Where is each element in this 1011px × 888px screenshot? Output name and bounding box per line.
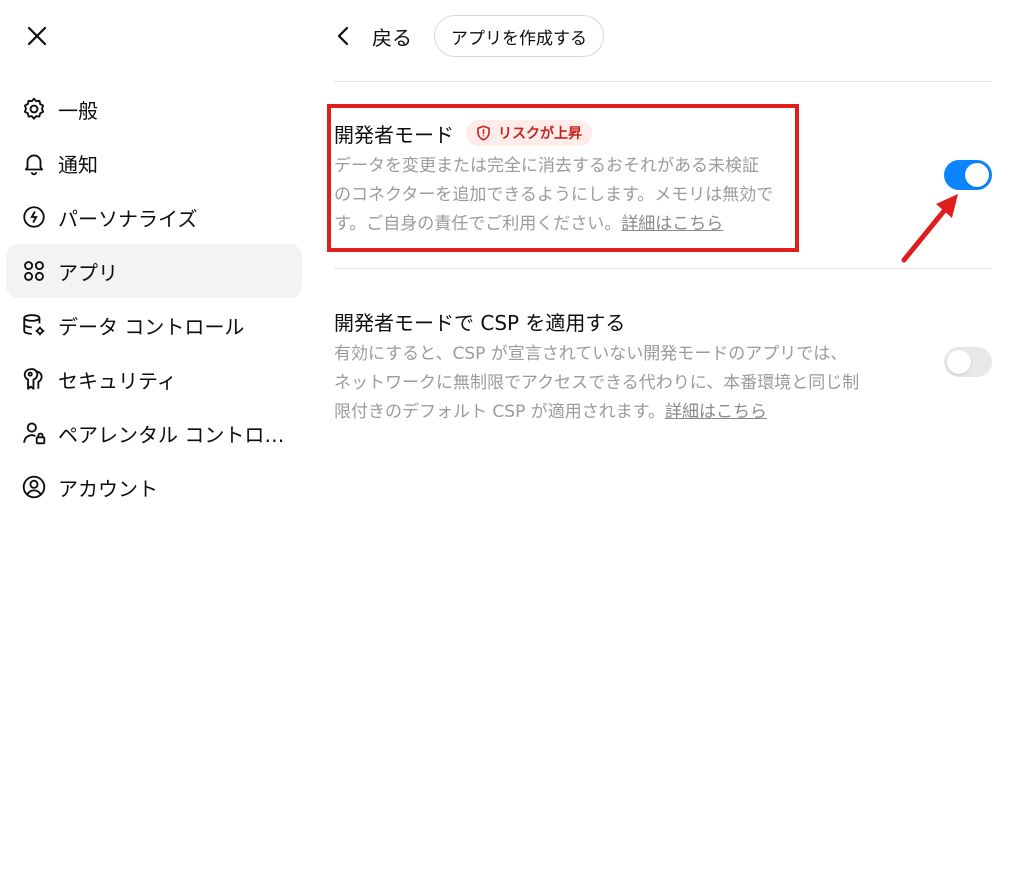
user-circle-icon bbox=[20, 473, 48, 501]
sidebar-item-personalize[interactable]: パーソナライズ bbox=[6, 190, 302, 244]
setting-title-text: 開発者モード bbox=[334, 122, 454, 147]
close-icon bbox=[27, 26, 47, 46]
chevron-left-icon bbox=[334, 21, 364, 51]
main-panel: 戻る アプリを作成する 開発者モード リスクが上昇 データを変更または完全に消去… bbox=[334, 0, 992, 888]
sidebar-item-label: データ コントロール bbox=[58, 314, 245, 339]
developer-mode-toggle[interactable] bbox=[944, 160, 992, 190]
setting-enforce-csp: 開発者モードで CSP を適用する 有効にすると、CSP が宣言されていない開発… bbox=[334, 306, 992, 427]
back-label: 戻る bbox=[372, 25, 412, 50]
parent-lock-icon bbox=[20, 419, 48, 447]
back-button[interactable]: 戻る bbox=[334, 21, 412, 51]
sidebar-item-data-controls[interactable]: データ コントロール bbox=[6, 298, 302, 352]
sidebar-item-general[interactable]: 一般 bbox=[6, 82, 302, 136]
sidebar-nav: 一般 通知 パーソナライズ アプリ データ コントロール セキュリティ ペアレン… bbox=[6, 82, 302, 514]
setting-description-text: 有効にすると、CSP が宣言されていない開発モードのアプリでは、ネットワークに無… bbox=[334, 344, 860, 422]
topbar: 戻る アプリを作成する bbox=[334, 14, 604, 58]
sidebar-item-account[interactable]: アカウント bbox=[6, 460, 302, 514]
enforce-csp-toggle[interactable] bbox=[944, 347, 992, 377]
setting-description: 有効にすると、CSP が宣言されていない開発モードのアプリでは、ネットワークに無… bbox=[334, 340, 864, 427]
personalize-icon bbox=[20, 203, 48, 231]
sidebar-item-label: 一般 bbox=[58, 98, 98, 123]
warning-shield-icon bbox=[476, 125, 492, 141]
sidebar-item-label: 通知 bbox=[58, 152, 98, 177]
risk-badge: リスクが上昇 bbox=[466, 120, 592, 146]
bell-icon bbox=[20, 149, 48, 177]
sidebar-item-label: アカウント bbox=[58, 476, 158, 501]
gear-icon bbox=[20, 95, 48, 123]
sidebar-item-label: セキュリティ bbox=[58, 368, 177, 393]
sidebar-item-label: ペアレンタル コントロール bbox=[58, 422, 288, 447]
settings-window: 一般 通知 パーソナライズ アプリ データ コントロール セキュリティ ペアレン… bbox=[0, 0, 1011, 888]
toggle-knob bbox=[965, 163, 989, 187]
apps-grid-icon bbox=[20, 257, 48, 285]
setting-title: 開発者モード リスクが上昇 bbox=[334, 118, 992, 148]
close-button[interactable] bbox=[20, 19, 54, 53]
database-gear-icon bbox=[20, 311, 48, 339]
sidebar-item-security[interactable]: セキュリティ bbox=[6, 352, 302, 406]
sidebar: 一般 通知 パーソナライズ アプリ データ コントロール セキュリティ ペアレン… bbox=[0, 0, 310, 888]
risk-badge-label: リスクが上昇 bbox=[498, 126, 582, 142]
setting-description: データを変更または完全に消去するおそれがある未検証のコネクターを追加できるように… bbox=[334, 152, 774, 239]
sidebar-item-parental-controls[interactable]: ペアレンタル コントロール bbox=[6, 406, 302, 460]
setting-title: 開発者モードで CSP を適用する bbox=[334, 306, 992, 336]
learn-more-link[interactable]: 詳細はこちら bbox=[621, 214, 723, 234]
learn-more-link[interactable]: 詳細はこちら bbox=[665, 402, 767, 422]
sidebar-item-label: アプリ bbox=[58, 260, 118, 285]
create-app-button[interactable]: アプリを作成する bbox=[434, 15, 604, 57]
divider bbox=[334, 268, 992, 269]
key-icon bbox=[20, 365, 48, 393]
divider bbox=[334, 81, 992, 82]
setting-developer-mode: 開発者モード リスクが上昇 データを変更または完全に消去するおそれがある未検証の… bbox=[334, 118, 992, 239]
setting-title-text: 開発者モードで CSP を適用する bbox=[334, 310, 626, 335]
sidebar-item-apps[interactable]: アプリ bbox=[6, 244, 302, 298]
sidebar-item-label: パーソナライズ bbox=[58, 206, 198, 231]
sidebar-item-notifications[interactable]: 通知 bbox=[6, 136, 302, 190]
toggle-knob bbox=[947, 350, 971, 374]
